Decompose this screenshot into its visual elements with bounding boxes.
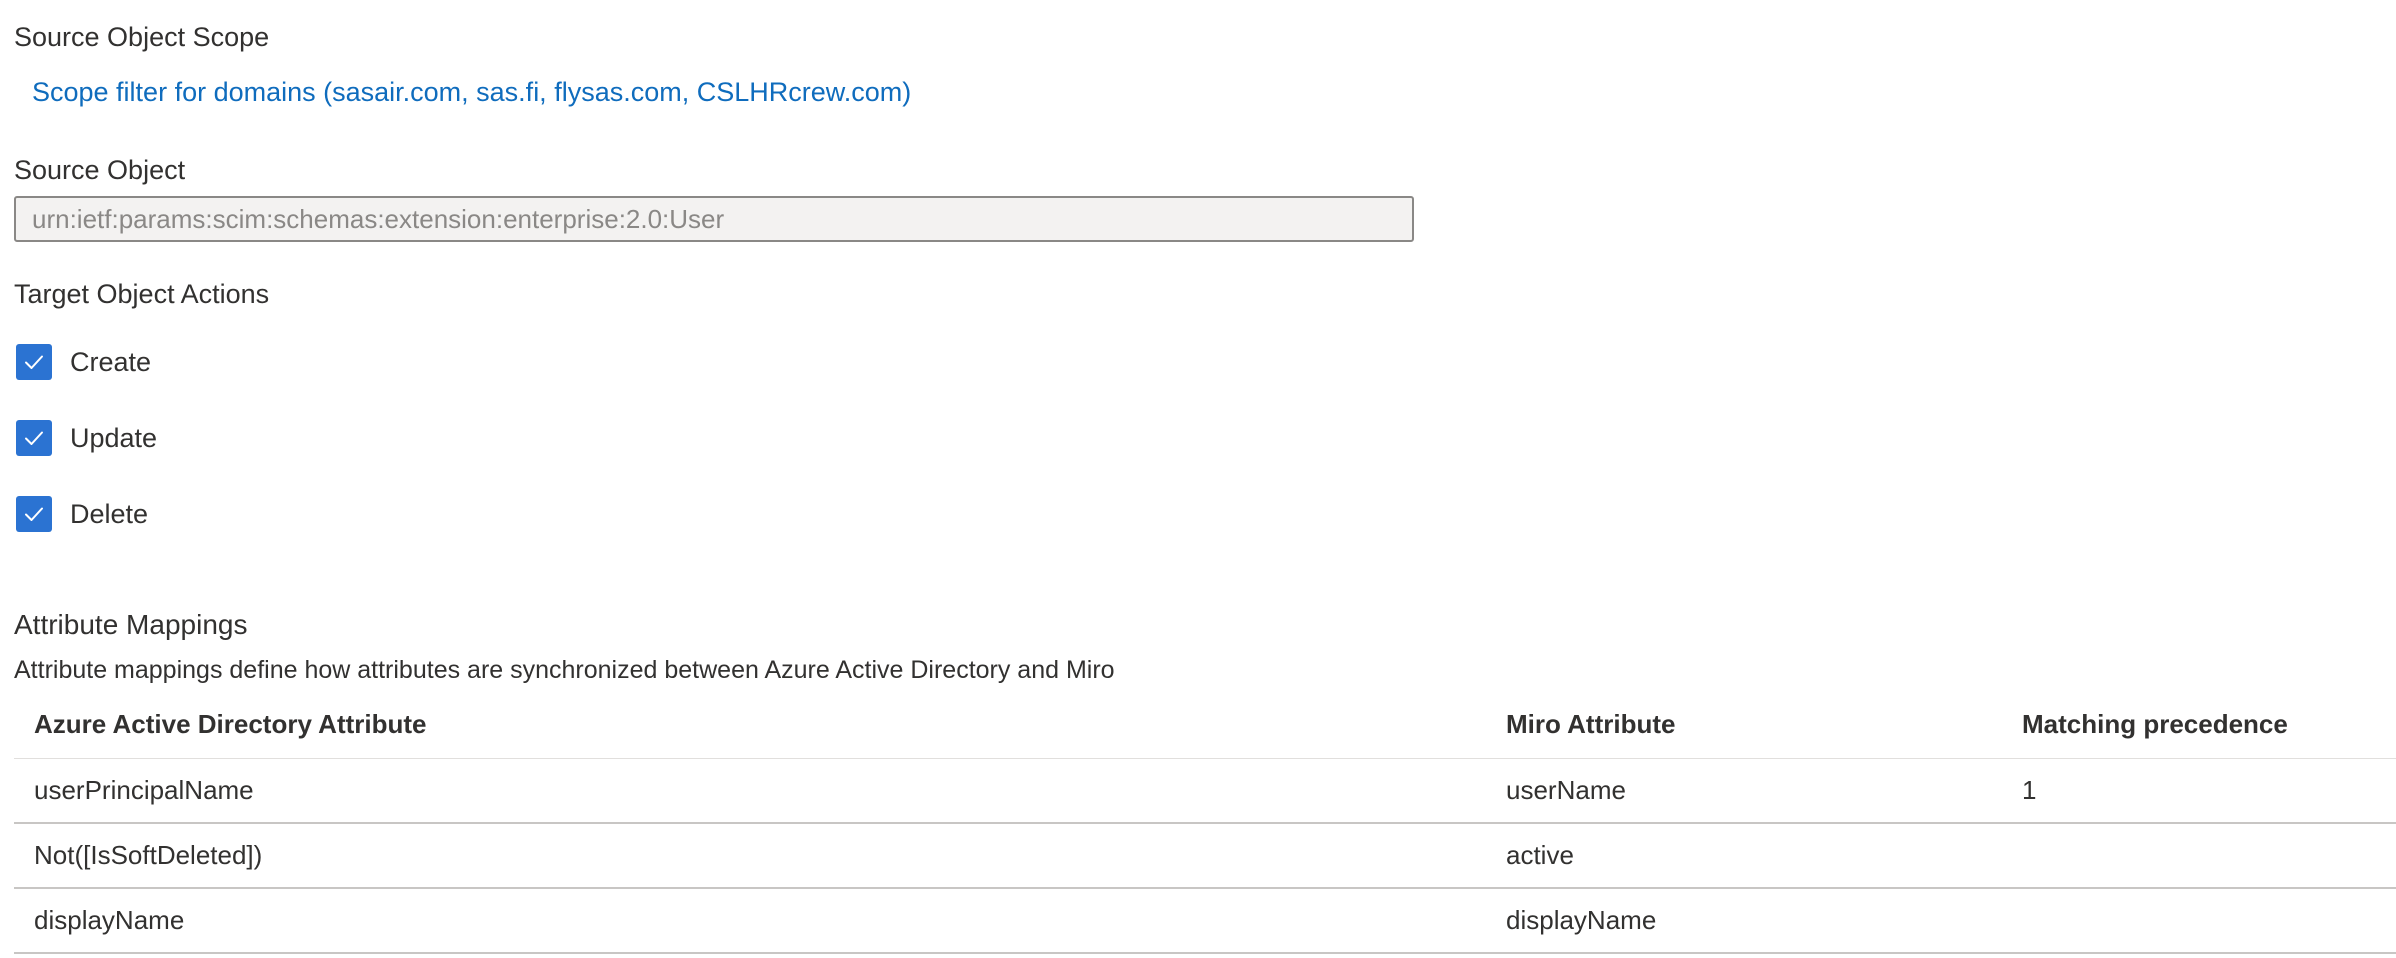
create-label: Create [70,346,152,377]
delete-label: Delete [70,498,149,529]
target-attribute-cell: userName [1506,775,1626,805]
create-checkbox[interactable]: Create [16,344,151,380]
attribute-mappings-heading: Attribute Mappings [14,609,248,640]
column-header-matching-precedence[interactable]: Matching precedence [2022,690,2288,758]
source-attribute-cell: Not([IsSoftDeleted]) [34,840,263,870]
delete-checkbox[interactable]: Delete [16,496,148,532]
table-row[interactable]: userPrincipalName userName 1 [14,759,2396,824]
table-row[interactable]: Not([IsSoftDeleted]) active [14,824,2396,889]
source-attribute-cell: userPrincipalName [34,775,254,805]
source-attribute-cell: displayName [34,905,185,935]
attribute-mappings-description: Attribute mappings define how attributes… [14,656,1115,684]
checkbox-checked-icon [16,420,52,456]
update-label: Update [70,422,158,453]
attribute-mappings-table: Azure Active Directory Attribute Miro At… [14,690,2396,954]
source-object-label: Source Object [14,155,186,185]
table-header-row: Azure Active Directory Attribute Miro At… [14,690,2396,759]
target-object-actions-label: Target Object Actions [14,279,270,309]
update-checkbox[interactable]: Update [16,420,157,456]
target-attribute-cell: displayName [1506,905,1657,935]
checkbox-checked-icon [16,496,52,532]
scope-filter-link[interactable]: Scope filter for domains (sasair.com, sa… [32,77,911,108]
checkbox-checked-icon [16,344,52,380]
column-header-target-attribute[interactable]: Miro Attribute [1506,690,1675,758]
source-object-field[interactable] [14,196,1414,242]
source-object-scope-label: Source Object Scope [14,22,270,52]
target-attribute-cell: active [1506,840,1574,870]
matching-precedence-cell: 1 [2022,775,2037,805]
column-header-source-attribute[interactable]: Azure Active Directory Attribute [34,690,427,758]
table-row[interactable]: displayName displayName [14,889,2396,954]
